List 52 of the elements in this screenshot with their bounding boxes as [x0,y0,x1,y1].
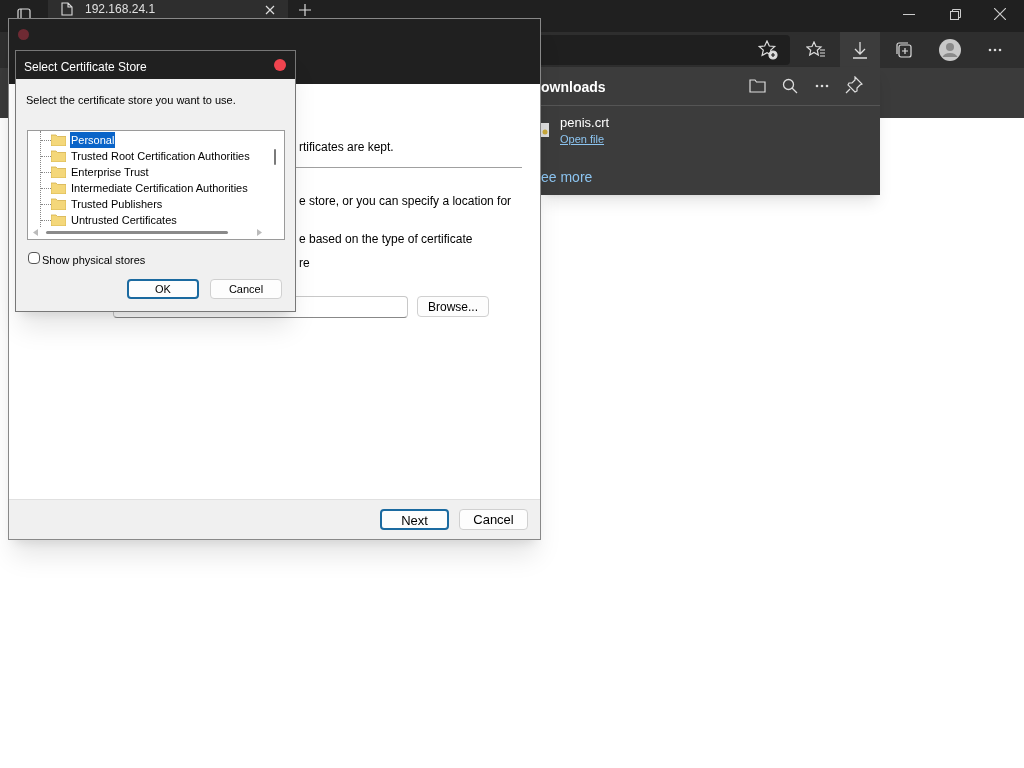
scrollbar-thumb[interactable] [274,149,276,165]
instruction-text: re [299,255,310,272]
folder-icon [51,134,66,146]
store-item[interactable]: Trusted Root Certification Authorities [70,148,251,164]
checkbox-label: Show physical stores [42,253,146,268]
folder-icon [51,198,66,210]
minimize-icon[interactable] [903,14,915,16]
dialog-title: Select Certificate Store [24,59,147,76]
instruction-text: rtificates are kept. [299,139,394,156]
see-more-link[interactable]: ee more [541,167,593,188]
browser-tab[interactable]: 192.168.24.1 [48,0,288,18]
tab-title: 192.168.24.1 [85,2,156,16]
collections-icon[interactable] [895,41,913,59]
browse-button[interactable]: Browse... [417,296,489,317]
close-icon[interactable] [265,5,275,15]
store-item[interactable]: Intermediate Certification Authorities [70,180,249,196]
avatar-icon[interactable] [939,39,961,61]
folder-icon[interactable] [749,78,766,93]
folder-icon [51,150,66,162]
downloads-button[interactable] [840,32,880,68]
add-favorite-icon[interactable] [758,40,778,60]
instruction-text: e store, or you can specify a location for [299,193,512,210]
page-icon [61,2,73,16]
close-button[interactable] [274,59,286,71]
more-icon[interactable] [815,84,829,88]
panel-title: ownloads [541,78,606,97]
download-icon [852,41,868,59]
folder-icon [51,166,66,178]
open-file-link[interactable]: Open file [560,132,605,146]
more-icon[interactable] [988,48,1002,52]
dialog-button[interactable]: Cancel [210,279,282,299]
store-item[interactable]: Enterprise Trust [70,164,150,180]
dialog-button[interactable]: OK [127,279,199,299]
file-name: penis.crt [560,115,610,131]
store-item[interactable]: Personal [70,132,116,148]
checkbox[interactable] [28,252,40,264]
search-icon[interactable] [782,78,798,94]
scrollbar-thumb[interactable] [46,231,228,234]
instruction-text: e based on the type of certificate [299,231,473,248]
wizard-button[interactable]: Cancel [459,509,528,530]
favorites-icon[interactable] [806,41,826,59]
wizard-button[interactable]: Next [380,509,449,530]
folder-icon [51,214,66,226]
certificate-file-icon [541,123,549,137]
restore-icon[interactable] [950,9,961,20]
new-tab-icon[interactable] [299,4,311,16]
dialog-prompt: Select the certificate store you want to use. [26,93,236,108]
folder-icon [51,182,66,194]
close-icon[interactable] [994,8,1006,20]
store-item[interactable]: Trusted Publishers [70,196,164,212]
store-item[interactable]: Untrusted Certificates [70,212,178,228]
pin-icon[interactable] [845,76,863,94]
